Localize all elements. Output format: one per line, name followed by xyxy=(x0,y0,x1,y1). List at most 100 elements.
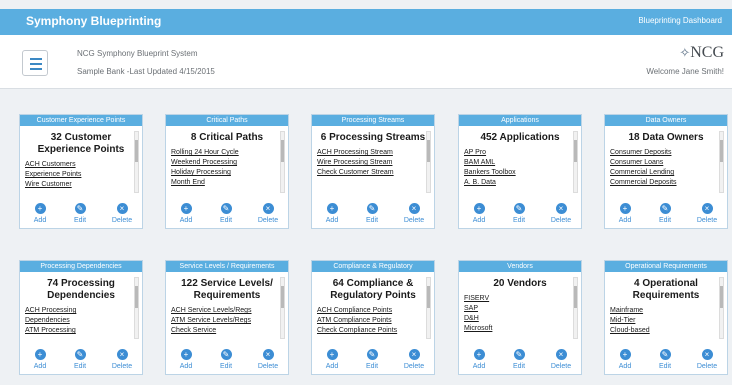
card-scrollbar[interactable] xyxy=(280,277,285,339)
delete-button[interactable]: × Delete xyxy=(104,203,140,224)
card-actions: + Add ✎ Edit × Delete xyxy=(605,203,729,227)
card-link[interactable]: ATM Compliance Points xyxy=(317,316,429,326)
add-button[interactable]: + Add xyxy=(461,349,497,370)
card-link[interactable]: ATM Processing xyxy=(25,326,137,336)
edit-button[interactable]: ✎ Edit xyxy=(647,349,683,370)
card-link[interactable]: ACH Processing Stream xyxy=(317,148,429,158)
delete-button[interactable]: × Delete xyxy=(689,349,725,370)
scrollbar-thumb[interactable] xyxy=(574,140,577,162)
edit-button[interactable]: ✎ Edit xyxy=(501,349,537,370)
card-link[interactable]: SAP xyxy=(464,304,576,314)
card-link[interactable]: Experience Points xyxy=(25,170,137,180)
card-link[interactable]: Holiday Processing xyxy=(171,168,283,178)
delete-button[interactable]: × Delete xyxy=(250,203,286,224)
scrollbar-thumb[interactable] xyxy=(574,286,577,308)
edit-button[interactable]: ✎ Edit xyxy=(208,203,244,224)
card-link[interactable]: A. B. Data xyxy=(464,178,576,188)
delete-button[interactable]: × Delete xyxy=(104,349,140,370)
add-button[interactable]: + Add xyxy=(168,203,204,224)
edit-button[interactable]: ✎ Edit xyxy=(62,349,98,370)
card-scrollbar[interactable] xyxy=(134,131,139,193)
scrollbar-thumb[interactable] xyxy=(720,140,723,162)
card-link[interactable]: ACH Processing xyxy=(25,306,137,316)
card-link[interactable]: Bankers Toolbox xyxy=(464,168,576,178)
card-link[interactable]: Wire Processing Stream xyxy=(317,158,429,168)
add-button[interactable]: + Add xyxy=(168,349,204,370)
add-button[interactable]: + Add xyxy=(607,349,643,370)
scrollbar-thumb[interactable] xyxy=(427,140,430,162)
scrollbar-thumb[interactable] xyxy=(720,286,723,308)
pencil-icon: ✎ xyxy=(513,349,525,360)
card-title: 6 Processing Streams xyxy=(320,132,426,143)
card-actions: + Add ✎ Edit × Delete xyxy=(605,349,729,373)
card-link[interactable]: ACH Compliance Points xyxy=(317,306,429,316)
card-scrollbar[interactable] xyxy=(573,277,578,339)
card-scrollbar[interactable] xyxy=(426,277,431,339)
card-actions: + Add ✎ Edit × Delete xyxy=(459,203,583,227)
card-link[interactable]: Wire Customer xyxy=(25,180,137,190)
edit-button[interactable]: ✎ Edit xyxy=(647,203,683,224)
card-header: Customer Experience Points xyxy=(20,115,142,126)
add-button[interactable]: + Add xyxy=(22,203,58,224)
card-link[interactable]: BAM AML xyxy=(464,158,576,168)
card-link[interactable]: Check Service xyxy=(171,326,283,336)
card-link[interactable]: Mid-Tier xyxy=(610,316,722,326)
card-header: Compliance & Regulatory xyxy=(312,261,434,272)
card-link[interactable]: Rolling 24 Hour Cycle xyxy=(171,148,283,158)
card-link[interactable]: Consumer Deposits xyxy=(610,148,722,158)
card-link[interactable]: Weekend Processing xyxy=(171,158,283,168)
edit-button[interactable]: ✎ Edit xyxy=(62,203,98,224)
card-link[interactable]: Check Compliance Points xyxy=(317,326,429,336)
delete-button[interactable]: × Delete xyxy=(689,203,725,224)
card-link[interactable]: Mainframe xyxy=(610,306,722,316)
card-link[interactable]: Month End xyxy=(171,178,283,188)
edit-button[interactable]: ✎ Edit xyxy=(501,203,537,224)
add-button[interactable]: + Add xyxy=(607,203,643,224)
card-link[interactable]: ATM Service Levels/Regs xyxy=(171,316,283,326)
card-scrollbar[interactable] xyxy=(134,277,139,339)
card-link[interactable]: FISERV xyxy=(464,294,576,304)
card-link[interactable]: Microsoft xyxy=(464,324,576,334)
close-icon: × xyxy=(116,349,128,360)
hamburger-menu-button[interactable] xyxy=(22,50,48,76)
card-link[interactable]: ACH Customers xyxy=(25,160,137,170)
add-button[interactable]: + Add xyxy=(314,203,350,224)
scrollbar-thumb[interactable] xyxy=(281,140,284,162)
delete-button[interactable]: × Delete xyxy=(543,349,579,370)
delete-button[interactable]: × Delete xyxy=(250,349,286,370)
card-link[interactable]: Commercial Deposits xyxy=(610,178,722,188)
close-icon: × xyxy=(555,349,567,360)
card-actions: + Add ✎ Edit × Delete xyxy=(20,203,144,227)
add-button[interactable]: + Add xyxy=(314,349,350,370)
card-link[interactable]: Commercial Lending xyxy=(610,168,722,178)
scrollbar-thumb[interactable] xyxy=(135,140,138,162)
card-body: 452 Applications AP Pro BAM AML Bankers Too… xyxy=(464,132,576,190)
card-link[interactable]: D&H xyxy=(464,314,576,324)
delete-button[interactable]: × Delete xyxy=(396,349,432,370)
card-scrollbar[interactable] xyxy=(719,277,724,339)
card-header: Applications xyxy=(459,115,581,126)
close-icon: × xyxy=(408,349,420,360)
card-link[interactable]: AP Pro xyxy=(464,148,576,158)
scrollbar-thumb[interactable] xyxy=(135,286,138,308)
edit-button[interactable]: ✎ Edit xyxy=(208,349,244,370)
edit-button[interactable]: ✎ Edit xyxy=(354,349,390,370)
add-button[interactable]: + Add xyxy=(461,203,497,224)
pencil-icon: ✎ xyxy=(366,203,378,214)
add-button[interactable]: + Add xyxy=(22,349,58,370)
card-scrollbar[interactable] xyxy=(280,131,285,193)
card-link[interactable]: ACH Service Levels/Regs xyxy=(171,306,283,316)
card-link[interactable]: Consumer Loans xyxy=(610,158,722,168)
card-link[interactable]: Cloud-based xyxy=(610,326,722,336)
delete-button[interactable]: × Delete xyxy=(396,203,432,224)
blueprinting-dashboard-link[interactable]: Blueprinting Dashboard xyxy=(638,16,722,25)
delete-button[interactable]: × Delete xyxy=(543,203,579,224)
card-link[interactable]: Dependencies xyxy=(25,316,137,326)
scrollbar-thumb[interactable] xyxy=(427,286,430,308)
card-scrollbar[interactable] xyxy=(573,131,578,193)
scrollbar-thumb[interactable] xyxy=(281,286,284,308)
edit-button[interactable]: ✎ Edit xyxy=(354,203,390,224)
card-link[interactable]: Check Customer Stream xyxy=(317,168,429,178)
card-scrollbar[interactable] xyxy=(719,131,724,193)
card-scrollbar[interactable] xyxy=(426,131,431,193)
